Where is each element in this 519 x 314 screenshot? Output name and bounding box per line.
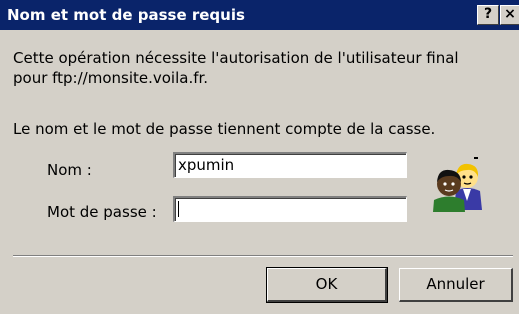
password-field[interactable] <box>173 196 407 222</box>
users-icon <box>433 157 482 212</box>
name-field[interactable]: xpumin <box>173 152 407 178</box>
cancel-button[interactable]: Annuler <box>399 268 513 302</box>
help-icon: ? <box>483 6 493 22</box>
password-label: Mot de passe : <box>47 203 157 221</box>
text-caret <box>178 200 179 217</box>
help-button[interactable]: ? <box>477 5 499 25</box>
case-note: Le nom et le mot de passe tiennent compt… <box>13 120 436 138</box>
message-line-1: Cette opération nécessite l'autorisation… <box>13 49 459 67</box>
close-button[interactable]: × <box>500 5 519 25</box>
name-field-value: xpumin <box>178 156 235 174</box>
dialog-title: Nom et mot de passe requis <box>7 6 245 24</box>
message-line-2: pour ftp://monsite.voila.fr. <box>13 69 209 87</box>
close-icon: × <box>504 6 516 22</box>
name-label: Nom : <box>47 161 92 179</box>
title-bar: Nom et mot de passe requis ? × <box>0 0 519 30</box>
ok-button[interactable]: OK <box>266 267 388 303</box>
button-separator <box>13 255 513 257</box>
